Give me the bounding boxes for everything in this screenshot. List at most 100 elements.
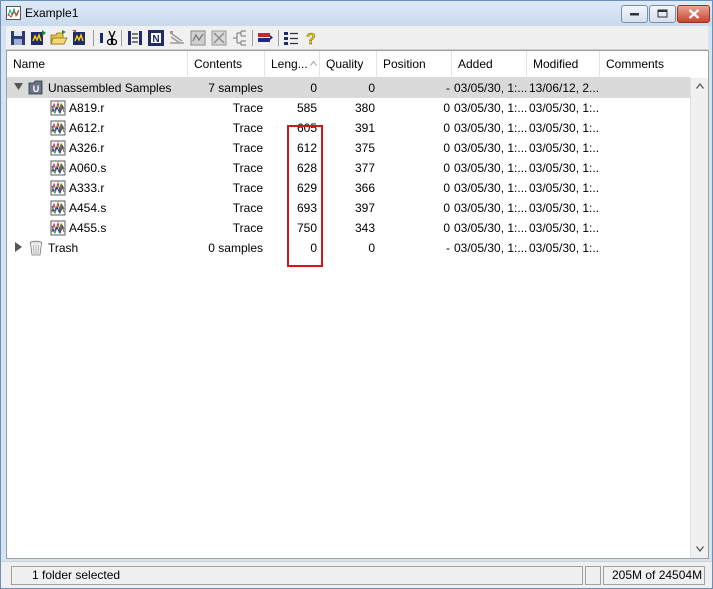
quality-cell: 0 (368, 241, 375, 255)
quality-cell: 366 (354, 181, 375, 195)
maximize-button[interactable] (649, 5, 676, 23)
sample-row[interactable]: A454.s Trace 693 397 0 03/05/30, 1:... 0… (7, 198, 690, 218)
modified-cell: 03/05/30, 1:... (529, 161, 600, 175)
column-header-contents[interactable]: Contents (188, 51, 265, 78)
scroll-up-button[interactable] (691, 78, 709, 95)
trace-file-icon (50, 100, 66, 116)
position-cell: 0 (443, 181, 450, 195)
quality-cell: 391 (354, 121, 375, 135)
minimize-icon (629, 13, 639, 16)
import-icon[interactable] (29, 29, 47, 47)
contents-cell: 0 samples (208, 241, 263, 255)
ladder-icon[interactable] (168, 29, 186, 47)
length-cell: 693 (296, 201, 317, 215)
status-spacer-panel (585, 566, 601, 585)
modified-cell: 03/05/30, 1:... (529, 121, 600, 135)
comments-cell (600, 178, 690, 198)
memory-status: 205M of 24504M (603, 566, 705, 585)
svg-text:U: U (33, 84, 40, 94)
name-cell: A454.s (7, 198, 188, 218)
grid-icon[interactable] (189, 29, 207, 47)
length-cell: 628 (296, 161, 317, 175)
collapse-arrow-icon[interactable] (14, 83, 23, 91)
trace-file-icon (50, 180, 66, 196)
save-icon[interactable] (9, 29, 27, 47)
chevron-down-icon (696, 546, 704, 552)
position-cell: 0 (443, 101, 450, 115)
modified-cell: 13/06/12, 2... (529, 81, 600, 95)
contents-cell: Trace (232, 141, 263, 155)
name-cell: A060.s (7, 158, 188, 178)
added-cell: 03/05/30, 1:... (454, 81, 527, 95)
column-header-added[interactable]: Added (452, 51, 527, 78)
added-cell: 03/05/30, 1:... (454, 241, 527, 255)
column-header: Name Contents Leng... Quality Position A… (7, 51, 690, 78)
position-cell: - (446, 241, 450, 255)
sample-name: A819.r (69, 101, 105, 115)
name-cell: U Unassembled Samples (7, 78, 188, 98)
added-cell: 03/05/30, 1:... (454, 141, 527, 155)
folder-name: Trash (48, 241, 79, 255)
column-header-name[interactable]: Name (7, 51, 188, 78)
position-cell: 0 (443, 161, 450, 175)
name-cell: A455.s (7, 218, 188, 238)
expand-arrow-icon[interactable] (15, 242, 22, 252)
sample-row[interactable]: A060.s Trace 628 377 0 03/05/30, 1:... 0… (7, 158, 690, 178)
modified-cell: 03/05/30, 1:... (529, 101, 600, 115)
contents-cell: Trace (232, 121, 263, 135)
comments-cell (600, 78, 690, 98)
column-header-position[interactable]: Position (377, 51, 452, 78)
comments-cell (600, 158, 690, 178)
sample-name: A455.s (69, 221, 107, 235)
selection-status: 1 folder selected (11, 566, 583, 585)
flag-icon[interactable] (256, 29, 274, 47)
folder-row-unassembled-samples[interactable]: U Unassembled Samples 7 samples 0 0 - 03… (7, 78, 690, 98)
folder-row-trash[interactable]: Trash 0 samples 0 0 - 03/05/30, 1:... 03… (7, 238, 690, 258)
column-header-quality[interactable]: Quality (320, 51, 377, 78)
column-header-comments[interactable]: Comments (600, 51, 690, 78)
added-cell: 03/05/30, 1:... (454, 121, 527, 135)
align-icon[interactable] (126, 29, 144, 47)
vertical-scrollbar[interactable] (690, 78, 708, 558)
toolbar-separator (252, 30, 253, 46)
position-cell: 0 (443, 201, 450, 215)
length-cell: 0 (310, 81, 317, 95)
sample-row[interactable]: A612.r Trace 605 391 0 03/05/30, 1:... 0… (7, 118, 690, 138)
length-cell: 585 (296, 101, 317, 115)
scroll-down-button[interactable] (691, 541, 709, 558)
title-bar[interactable]: Example1 (1, 1, 712, 26)
tree-icon[interactable] (231, 29, 249, 47)
toolbar-separator (93, 30, 94, 46)
open-folder-icon[interactable] (50, 29, 68, 47)
trash-icon (29, 240, 43, 256)
minimize-button[interactable] (621, 5, 648, 23)
cut-icon[interactable] (99, 29, 117, 47)
close-button[interactable] (677, 5, 710, 23)
name-cell: Trash (7, 238, 188, 258)
sample-row[interactable]: A819.r Trace 585 380 0 03/05/30, 1:... 0… (7, 98, 690, 118)
close-icon (688, 9, 699, 19)
sample-row[interactable]: A326.r Trace 612 375 0 03/05/30, 1:... 0… (7, 138, 690, 158)
svg-text:?: ? (306, 31, 316, 47)
folder-name: Unassembled Samples (48, 81, 172, 95)
sample-name: A060.s (69, 161, 107, 175)
export-icon[interactable] (70, 29, 88, 47)
sample-list-view[interactable]: Name Contents Leng... Quality Position A… (6, 50, 709, 559)
toolbar-separator (121, 30, 122, 46)
column-header-modified[interactable]: Modified (527, 51, 600, 78)
list-icon[interactable] (282, 29, 300, 47)
contents-cell: Trace (232, 161, 263, 175)
trace-file-icon (50, 140, 66, 156)
added-cell: 03/05/30, 1:... (454, 221, 527, 235)
quality-cell: 377 (354, 161, 375, 175)
sample-name: A612.r (69, 121, 105, 135)
sample-row[interactable]: A333.r Trace 629 366 0 03/05/30, 1:... 0… (7, 178, 690, 198)
contents-cell: Trace (232, 101, 263, 115)
sample-row[interactable]: A455.s Trace 750 343 0 03/05/30, 1:... 0… (7, 218, 690, 238)
app-icon (6, 6, 21, 20)
disabled-x-icon[interactable] (210, 29, 228, 47)
sample-name: A326.r (69, 141, 105, 155)
n-sequence-icon[interactable]: N (147, 29, 165, 47)
modified-cell: 03/05/30, 1:... (529, 241, 600, 255)
help-icon[interactable]: ? (302, 29, 320, 47)
